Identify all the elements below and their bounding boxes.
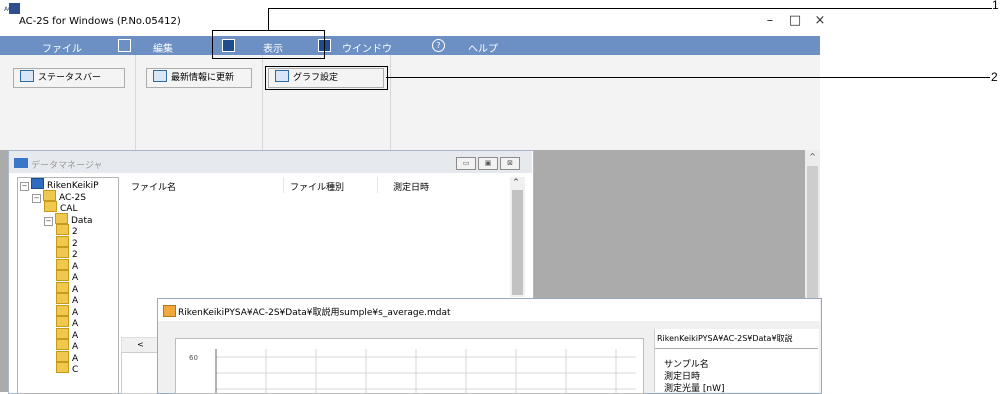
dm-restore-button[interactable]: ▣ [478,157,498,170]
file-list-scroll-thumb[interactable] [512,190,523,295]
refresh-icon [153,70,167,82]
graph-y-tick-label: 60 [189,354,198,362]
menu-edit[interactable]: 編集 [153,40,173,55]
folder-icon [43,189,56,201]
column-header-filetype[interactable]: ファイル種別 [290,180,344,193]
folder-icon [9,3,20,14]
close-button[interactable]: × [810,13,830,28]
refresh-label: 最新情報に更新 [171,73,235,83]
file-list-hscroll-left[interactable]: < [121,337,160,353]
callout-1-leader-vertical [268,8,269,30]
dm-close-button[interactable]: ⊠ [500,157,520,170]
refresh-button[interactable]: 最新情報に更新 [146,68,252,88]
tree-node[interactable]: 2 [18,235,118,249]
tree-node[interactable]: A [18,270,118,283]
column-header-filename[interactable]: ファイル名 [131,180,176,193]
collapse-icon[interactable]: − [32,193,41,203]
scroll-up-icon[interactable]: ^ [805,150,820,164]
tree-node[interactable]: − AC-2S [18,189,118,203]
folder-icon [56,270,69,281]
tree-node[interactable]: A [18,350,118,364]
ribbon-separator [135,55,136,150]
tree-node[interactable]: A [18,281,118,295]
tree-node[interactable]: C [18,362,118,375]
tree-node[interactable]: A [18,316,118,329]
callout-1-leader [268,8,992,9]
status-bar-label: ステータスバー [38,73,102,83]
tree-node[interactable]: 2 [18,247,118,260]
graph-plot-area[interactable] [175,338,644,394]
tree-node[interactable]: A [18,339,118,352]
dm-minimize-button[interactable]: ▭ [456,157,476,170]
menu-help[interactable]: ヘルプ [468,40,498,55]
folder-tree[interactable]: − RikenKeikiP − AC-2S CAL − Data 2 2 2 A A A A A A A A A C [17,177,119,394]
window-title: AC-2S for Windows (P.No.05412) [19,16,181,27]
ribbon-separator [390,55,391,150]
folder-icon [56,293,69,304]
info-light-amount: 測定光量 [nW] [664,384,725,394]
graph-settings-highlight [265,66,388,90]
minimize-button[interactable]: – [760,13,780,28]
folder-icon [44,201,57,212]
folder-icon [56,327,69,339]
view-menu-highlight [212,30,325,59]
column-separator[interactable] [283,177,284,193]
column-header-date[interactable]: 測定日時 [393,180,429,193]
folder-icon [56,235,69,247]
graph-window-title: RikenKeikiPYSA¥AC-2S¥Data¥取説用sumple¥s_av… [178,308,451,318]
tree-node[interactable]: − Data [18,212,118,226]
graph-info-header: RikenKeikiPYSA¥AC-2S¥Data¥取説 [657,334,793,343]
tree-node[interactable]: A [18,293,118,306]
folder-icon [56,224,69,235]
help-icon: ? [432,39,445,52]
tree-node[interactable]: 2 [18,224,118,237]
tree-node[interactable]: A [18,327,118,341]
computer-icon [31,178,44,189]
graph-grid [215,349,636,393]
ribbon-separator [262,55,263,150]
file-list-scroll-up-icon[interactable]: ^ [513,178,519,186]
folder-icon [56,339,69,350]
folder-icon [56,316,69,327]
status-bar-icon [20,70,34,82]
data-manager-icon [14,158,28,168]
folder-icon [56,281,69,293]
menu-window[interactable]: ウインドウ [342,40,392,55]
tree-node[interactable]: − RikenKeikiP [18,178,118,191]
folder-icon [56,350,69,362]
callout-2-leader [386,77,990,78]
folder-icon [56,258,69,270]
menu-file[interactable]: ファイル [42,40,82,55]
folder-icon [55,212,68,224]
tree-node[interactable]: A [18,304,118,318]
folder-icon [56,247,69,258]
file-list-lower-pane [121,352,161,394]
graph-info-separator [655,348,818,349]
tree-node[interactable]: A [18,258,118,272]
collapse-icon[interactable]: − [20,182,29,191]
tree-node[interactable]: CAL [18,201,118,214]
folder-icon [56,304,69,316]
maximize-button[interactable]: □ [785,13,805,28]
graph-window-icon [163,305,176,317]
document-icon [118,39,131,52]
data-manager-title: データマネージャ [31,161,103,171]
callout-2-number: 2 [991,70,998,84]
folder-icon [56,362,69,373]
status-bar-button[interactable]: ステータスバー [13,68,125,88]
tree-node-label: C [72,365,79,375]
collapse-icon[interactable]: − [44,216,53,226]
column-separator[interactable] [377,177,378,193]
callout-1-number: 1 [992,0,999,12]
